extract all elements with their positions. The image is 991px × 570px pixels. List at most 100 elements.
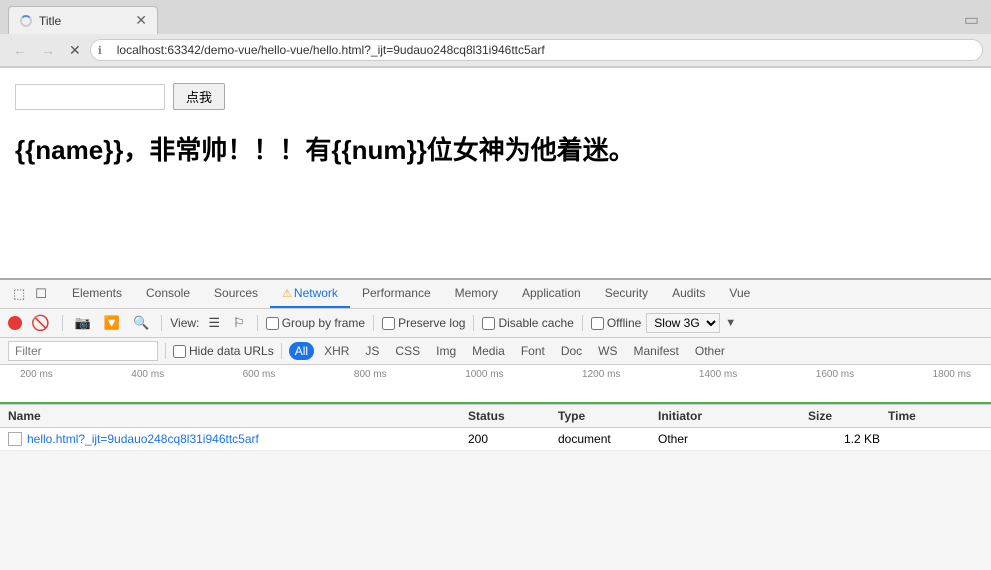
table-header-row: Name Status Type Initiator Size Time — [0, 405, 991, 428]
tab-sources[interactable]: Sources — [202, 280, 270, 308]
main-text: {{name}}，非常帅！！！有{{num}}位女神为他着迷。 — [15, 130, 976, 167]
filter-button[interactable]: 🔽 — [100, 313, 124, 333]
filter-input[interactable] — [8, 341, 158, 361]
tab-bar: Title ✕ ▭ — [0, 0, 991, 34]
row-size: 1.2 KB — [808, 432, 888, 446]
filter-bar: Hide data URLs All XHR JS CSS Img Media … — [0, 338, 991, 365]
tab-title: Title — [39, 14, 129, 28]
filter-tag-css[interactable]: CSS — [389, 342, 426, 360]
device-toolbar-button[interactable]: ☐ — [30, 280, 52, 308]
filter-tag-media[interactable]: Media — [466, 342, 511, 360]
table-row[interactable]: hello.html?_ijt=9udauo248cq8l31i946ttc5a… — [0, 428, 991, 451]
preserve-log-label[interactable]: Preserve log — [382, 316, 465, 330]
separator-4 — [373, 315, 374, 331]
separator-1 — [62, 315, 63, 331]
view-waterfall-button[interactable]: ⚐ — [229, 313, 249, 333]
browser-chrome: Title ✕ ▭ ← → ✕ ℹ — [0, 0, 991, 68]
name-input[interactable] — [15, 84, 165, 110]
timeline-label-1000: 1000 ms — [465, 369, 503, 380]
devtools-tab-bar: ⬚ ☐ Elements Console Sources ⚠Network Pe… — [0, 280, 991, 309]
separator-3 — [257, 315, 258, 331]
view-label: View: — [170, 316, 199, 330]
record-button[interactable] — [8, 316, 22, 330]
info-icon: ℹ — [98, 44, 102, 57]
hide-data-urls-label[interactable]: Hide data URLs — [173, 344, 274, 358]
col-header-name: Name — [8, 409, 468, 423]
devtools-panel: ⬚ ☐ Elements Console Sources ⚠Network Pe… — [0, 278, 991, 570]
filter-tag-font[interactable]: Font — [515, 342, 551, 360]
timeline-label-1200: 1200 ms — [582, 369, 620, 380]
camera-button[interactable]: 📷 — [71, 313, 95, 333]
throttle-dropdown-button[interactable]: ▼ — [725, 317, 736, 329]
filter-tag-manifest[interactable]: Manifest — [628, 342, 685, 360]
address-bar: ← → ✕ ℹ — [0, 34, 991, 67]
tab-audits[interactable]: Audits — [660, 280, 717, 308]
filter-tag-js[interactable]: JS — [359, 342, 385, 360]
clear-button[interactable]: 🚫 — [27, 312, 54, 334]
filter-tag-other[interactable]: Other — [689, 342, 731, 360]
filter-tag-ws[interactable]: WS — [592, 342, 623, 360]
col-header-status: Status — [468, 409, 558, 423]
throttle-select[interactable]: Slow 3G — [646, 313, 720, 333]
tab-close-button[interactable]: ✕ — [135, 12, 147, 29]
tab-console[interactable]: Console — [134, 280, 202, 308]
new-tab-area: ▭ — [952, 6, 991, 34]
tab-favicon-spinner — [19, 14, 33, 28]
tab-elements[interactable]: Elements — [60, 280, 134, 308]
row-status: 200 — [468, 432, 558, 446]
group-by-frame-label[interactable]: Group by frame — [266, 316, 365, 330]
timeline-green-line — [0, 402, 991, 404]
hide-data-urls-checkbox[interactable] — [173, 345, 186, 358]
offline-label[interactable]: Offline — [591, 316, 641, 330]
preserve-log-checkbox[interactable] — [382, 317, 395, 330]
filter-tag-doc[interactable]: Doc — [555, 342, 588, 360]
timeline-label-200: 200 ms — [20, 369, 53, 380]
click-button[interactable]: 点我 — [173, 83, 225, 110]
tab-performance[interactable]: Performance — [350, 280, 443, 308]
tab-vue[interactable]: Vue — [717, 280, 762, 308]
network-table: Name Status Type Initiator Size Time hel… — [0, 405, 991, 451]
row-type: document — [558, 432, 658, 446]
offline-checkbox[interactable] — [591, 317, 604, 330]
inspect-element-button[interactable]: ⬚ — [8, 280, 30, 308]
col-header-initiator: Initiator — [658, 409, 808, 423]
new-tab-button[interactable]: ▭ — [960, 8, 983, 33]
back-button[interactable]: ← — [8, 40, 32, 60]
view-list-button[interactable]: ☰ — [204, 313, 224, 333]
disable-cache-checkbox[interactable] — [482, 317, 495, 330]
timeline-label-1800: 1800 ms — [933, 369, 971, 380]
col-header-size: Size — [808, 409, 888, 423]
input-row: 点我 — [15, 83, 976, 110]
filter-tag-img[interactable]: Img — [430, 342, 462, 360]
filter-tag-all[interactable]: All — [289, 342, 314, 360]
timeline-bar: 200 ms 400 ms 600 ms 800 ms 1000 ms 1200… — [0, 365, 991, 405]
address-input[interactable] — [90, 39, 983, 61]
refresh-button[interactable]: ✕ — [64, 40, 86, 61]
search-button[interactable]: 🔍 — [129, 313, 153, 333]
network-toolbar: 🚫 📷 🔽 🔍 View: ☰ ⚐ Group by frame Preserv… — [0, 309, 991, 338]
disable-cache-label[interactable]: Disable cache — [482, 316, 573, 330]
filter-tag-xhr[interactable]: XHR — [318, 342, 355, 360]
separator-2 — [161, 315, 162, 331]
timeline-label-1400: 1400 ms — [699, 369, 737, 380]
warning-icon: ⚠ — [282, 288, 292, 300]
col-header-time: Time — [888, 409, 968, 423]
tab-network[interactable]: ⚠Network — [270, 280, 350, 308]
sep-filter — [165, 343, 166, 359]
tab-application[interactable]: Application — [510, 280, 593, 308]
col-header-type: Type — [558, 409, 658, 423]
timeline-label-400: 400 ms — [131, 369, 164, 380]
forward-button[interactable]: → — [36, 40, 60, 60]
page-content: 点我 {{name}}，非常帅！！！有{{num}}位女神为他着迷。 — [0, 68, 991, 278]
timeline-label-1600: 1600 ms — [816, 369, 854, 380]
row-name-cell: hello.html?_ijt=9udauo248cq8l31i946ttc5a… — [8, 432, 468, 446]
address-wrapper: ℹ — [90, 39, 983, 61]
row-initiator: Other — [658, 432, 808, 446]
separator-5 — [473, 315, 474, 331]
group-by-frame-checkbox[interactable] — [266, 317, 279, 330]
browser-tab[interactable]: Title ✕ — [8, 6, 158, 34]
tab-memory[interactable]: Memory — [443, 280, 510, 308]
tab-security[interactable]: Security — [593, 280, 660, 308]
row-file-icon — [8, 432, 22, 446]
timeline-label-600: 600 ms — [243, 369, 276, 380]
